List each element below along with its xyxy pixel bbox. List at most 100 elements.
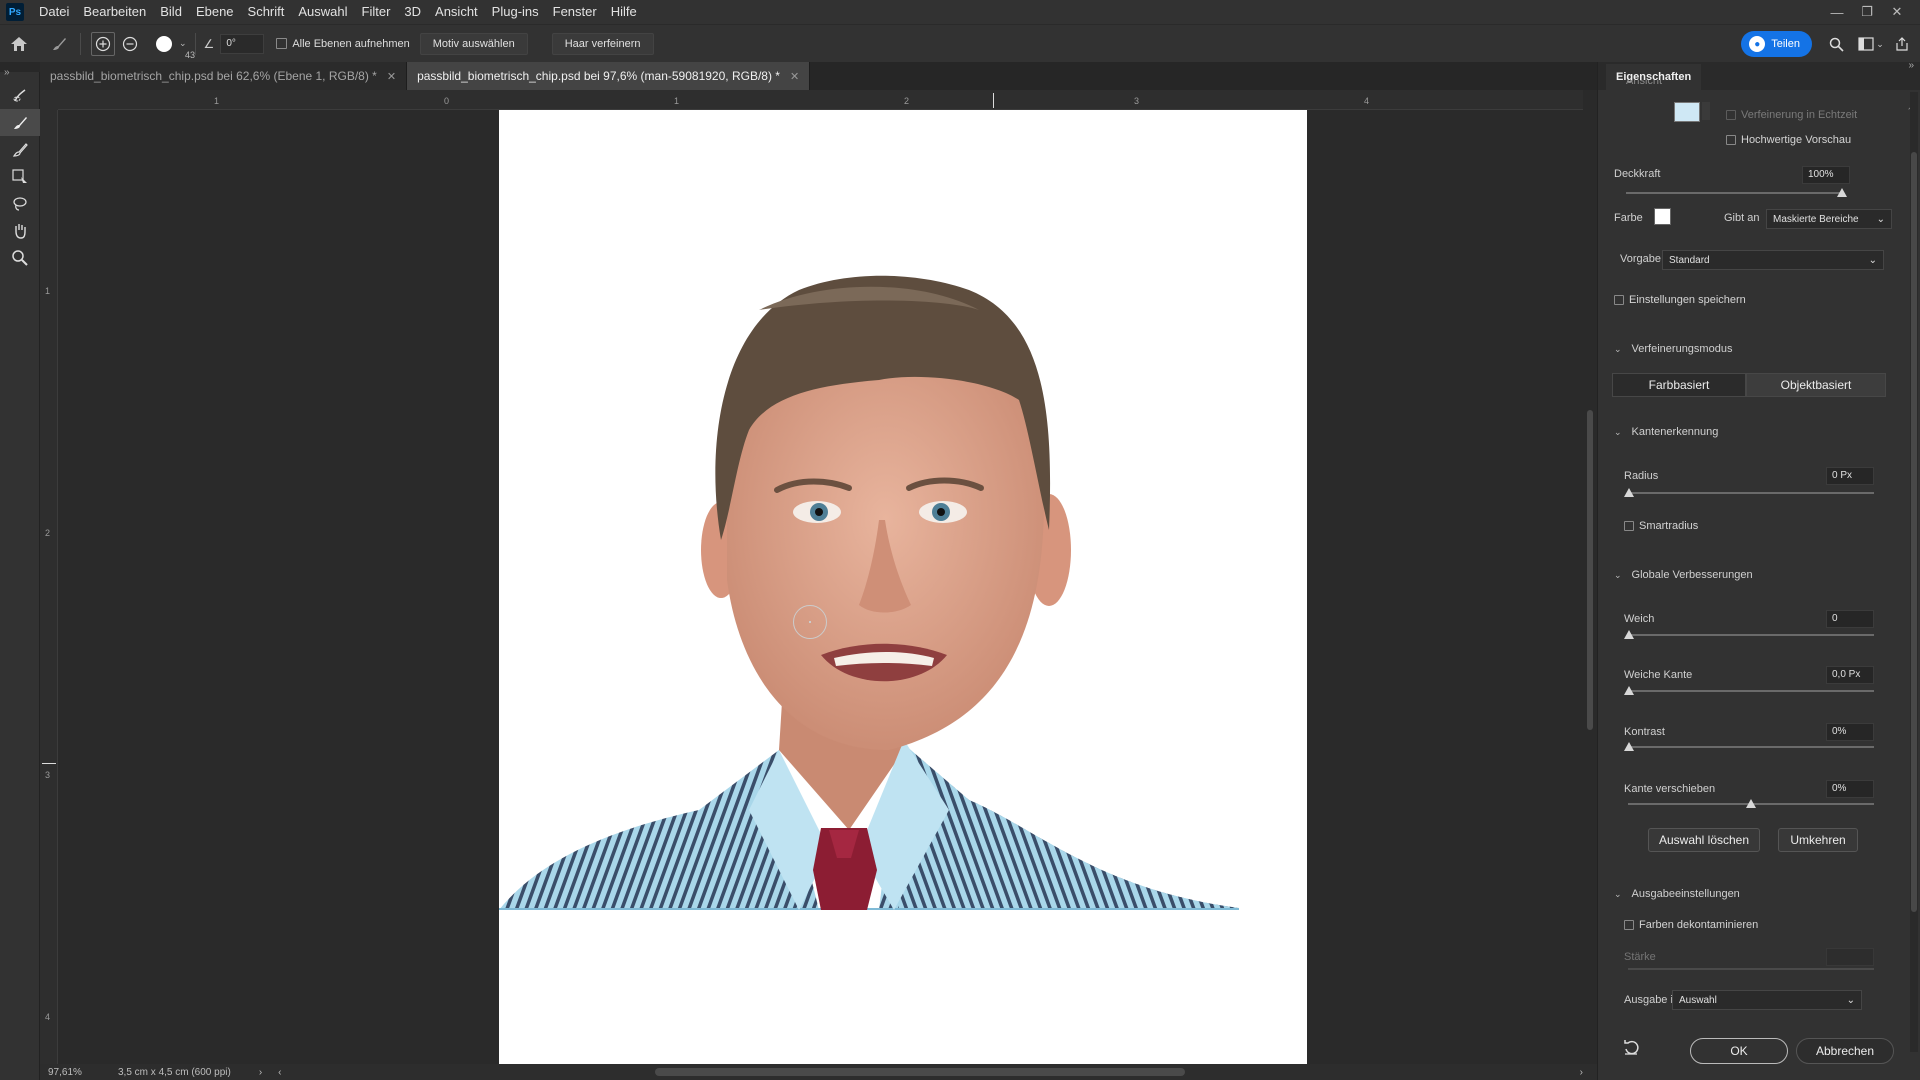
menu-hilfe[interactable]: Hilfe — [604, 0, 644, 24]
canvas-vertical-scrollbar[interactable] — [1583, 90, 1597, 1064]
menu-bearbeiten[interactable]: Bearbeiten — [76, 0, 153, 24]
radius-slider-track[interactable] — [1628, 492, 1874, 494]
smart-radius-checkbox[interactable]: Smartradius — [1624, 520, 1698, 532]
angle-icon: ∠ — [203, 36, 215, 51]
smooth-slider-track[interactable] — [1628, 634, 1874, 636]
shift-edge-slider-thumb[interactable] — [1746, 799, 1756, 808]
add-to-selection-icon[interactable] — [91, 31, 115, 56]
opacity-slider-track[interactable] — [1626, 192, 1842, 194]
home-icon[interactable] — [6, 31, 32, 57]
tab-document-2[interactable]: passbild_biometrisch_chip.psd bei 97,6% … — [407, 62, 811, 90]
brush-tool-icon[interactable] — [0, 136, 40, 163]
amount-slider-track[interactable] — [1628, 968, 1874, 970]
menu-filter[interactable]: Filter — [355, 0, 398, 24]
output-to-select[interactable]: Auswahl ⌄ — [1672, 990, 1862, 1010]
indicates-select[interactable]: Maskierte Bereiche ⌄ — [1766, 209, 1892, 229]
color-swatch[interactable] — [1654, 208, 1671, 225]
refine-edge-brush-tool-icon[interactable] — [0, 109, 40, 136]
close-tab-icon[interactable]: ✕ — [387, 70, 396, 83]
output-settings-section[interactable]: ⌄ Ausgabeeinstellungen — [1614, 888, 1740, 900]
document-canvas[interactable] — [499, 110, 1307, 1064]
quick-selection-tool-icon[interactable] — [0, 82, 40, 109]
menu-bild[interactable]: Bild — [153, 0, 189, 24]
clear-selection-button[interactable]: Auswahl löschen — [1648, 828, 1760, 852]
brush-preset-picker[interactable] — [151, 31, 177, 57]
shift-edge-input[interactable]: 0% — [1826, 780, 1874, 798]
refine-brush-icon[interactable] — [46, 31, 72, 57]
menu-3d[interactable]: 3D — [397, 0, 428, 24]
smooth-slider-thumb[interactable] — [1624, 630, 1634, 639]
menu-plugins[interactable]: Plug-ins — [485, 0, 546, 24]
chevron-right-icon[interactable]: › — [1580, 1067, 1583, 1078]
horizontal-scrollbar-thumb[interactable] — [655, 1068, 1185, 1076]
feather-input[interactable]: 0,0 Px — [1826, 666, 1874, 684]
zoom-level[interactable]: 97,61% — [48, 1067, 108, 1078]
chevron-down-icon[interactable]: ⌄ — [1868, 31, 1892, 57]
mode-object-button[interactable]: Objektbasiert — [1746, 373, 1886, 397]
close-tab-icon[interactable]: ✕ — [790, 70, 799, 83]
invert-button[interactable]: Umkehren — [1778, 828, 1858, 852]
refine-hair-button[interactable]: Haar verfeinern — [551, 32, 654, 55]
cancel-button[interactable]: Abbrechen — [1796, 1038, 1894, 1064]
select-subject-button[interactable]: Motiv auswählen — [419, 32, 528, 55]
panel-scrollbar[interactable] — [1910, 92, 1918, 1052]
minimize-icon[interactable]: — — [1822, 0, 1852, 24]
scrollbar-thumb[interactable] — [1587, 410, 1593, 730]
preset-select[interactable]: Standard ⌄ — [1662, 250, 1884, 270]
canvas-area[interactable] — [58, 110, 1583, 1064]
chevron-down-icon: ⌄ — [1614, 426, 1622, 437]
search-icon[interactable] — [1824, 31, 1848, 57]
share-label: Teilen — [1771, 38, 1800, 50]
remember-settings-checkbox[interactable]: Einstellungen speichern — [1614, 294, 1746, 306]
menu-fenster[interactable]: Fenster — [546, 0, 604, 24]
opacity-slider-thumb[interactable] — [1837, 188, 1847, 197]
menu-auswahl[interactable]: Auswahl — [291, 0, 354, 24]
ok-button[interactable]: OK — [1690, 1038, 1788, 1064]
toolbar-collapse-icon[interactable]: » — [0, 62, 40, 82]
photoshop-window: Ps Datei Bearbeiten Bild Ebene Schrift A… — [0, 0, 1920, 1080]
hq-preview-checkbox[interactable]: Hochwertige Vorschau — [1726, 134, 1851, 146]
tab-document-1[interactable]: passbild_biometrisch_chip.psd bei 62,6% … — [40, 62, 408, 90]
object-selection-tool-icon[interactable] — [0, 163, 40, 190]
hand-tool-icon[interactable] — [0, 217, 40, 244]
window-controls: — ❐ ✕ — [1822, 0, 1912, 24]
chevron-left-icon[interactable]: ‹ — [278, 1067, 281, 1078]
amount-input[interactable] — [1826, 948, 1874, 966]
contrast-input[interactable]: 0% — [1826, 723, 1874, 741]
export-icon[interactable] — [1890, 31, 1914, 57]
restore-icon[interactable]: ❐ — [1852, 0, 1882, 24]
contrast-slider-thumb[interactable] — [1624, 742, 1634, 751]
radius-input[interactable]: 0 Px — [1826, 467, 1874, 485]
subtract-from-selection-icon[interactable] — [117, 31, 143, 57]
chevron-down-icon[interactable] — [1702, 102, 1710, 120]
chevron-right-icon[interactable]: › — [259, 1067, 262, 1078]
scrollbar-thumb[interactable] — [1911, 152, 1917, 912]
share-button[interactable]: ● Teilen — [1741, 31, 1812, 57]
view-mode-thumbnail[interactable] — [1674, 102, 1700, 122]
contrast-slider-track[interactable] — [1628, 746, 1874, 748]
menu-bar: Ps Datei Bearbeiten Bild Ebene Schrift A… — [0, 0, 1920, 24]
smooth-input[interactable]: 0 — [1826, 610, 1874, 628]
decontaminate-checkbox[interactable]: Farben dekontaminieren — [1624, 919, 1758, 931]
realtime-refine-checkbox[interactable]: Verfeinerung in Echtzeit — [1726, 109, 1857, 121]
menu-ebene[interactable]: Ebene — [189, 0, 241, 24]
opacity-input[interactable]: 100% — [1802, 166, 1850, 184]
zoom-tool-icon[interactable] — [0, 244, 40, 271]
feather-slider-track[interactable] — [1628, 690, 1874, 692]
global-refinements-section[interactable]: ⌄ Globale Verbesserungen — [1614, 569, 1753, 581]
reset-icon[interactable] — [1622, 1040, 1640, 1059]
panel-collapse-icon[interactable]: » — [1908, 60, 1914, 71]
feather-slider-thumb[interactable] — [1624, 686, 1634, 695]
menu-datei[interactable]: Datei — [32, 0, 76, 24]
menu-ansicht[interactable]: Ansicht — [428, 0, 485, 24]
refine-mode-section[interactable]: ⌄ Verfeinerungsmodus — [1614, 343, 1732, 355]
mode-color-button[interactable]: Farbbasiert — [1612, 373, 1746, 397]
chevron-down-icon[interactable]: ⌄ — [179, 38, 187, 49]
sample-all-layers-checkbox[interactable]: Alle Ebenen aufnehmen — [276, 38, 410, 50]
menu-schrift[interactable]: Schrift — [241, 0, 292, 24]
radius-slider-thumb[interactable] — [1624, 488, 1634, 497]
close-window-icon[interactable]: ✕ — [1882, 0, 1912, 24]
lasso-tool-icon[interactable] — [0, 190, 40, 217]
angle-input[interactable]: 0° — [220, 33, 265, 54]
edge-detection-section[interactable]: ⌄ Kantenerkennung — [1614, 426, 1718, 438]
